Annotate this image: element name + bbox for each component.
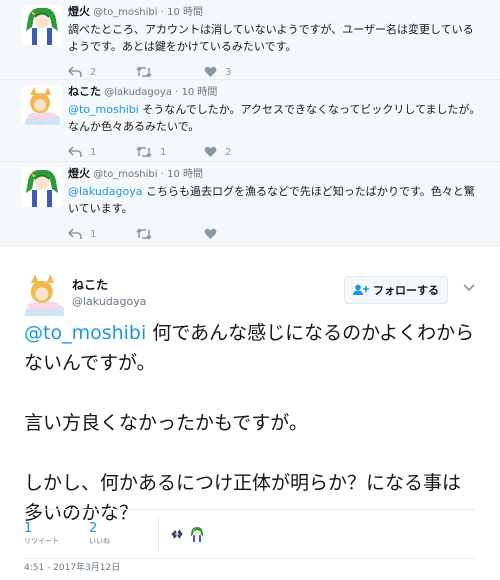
tweet-actions: 1 xyxy=(68,219,484,249)
like-button[interactable]: 3 xyxy=(204,66,272,78)
avatar[interactable] xyxy=(22,167,62,207)
like-count: 2 xyxy=(225,146,232,158)
retweet-button[interactable] xyxy=(136,228,204,240)
separator: · xyxy=(160,7,164,18)
retweet-icon xyxy=(136,66,152,78)
reply-tweet[interactable]: 燈火 @to_moshibi · 10 時間 @lakudagoya こちらも過… xyxy=(0,162,500,246)
tweet-time[interactable]: 10 時間 xyxy=(167,7,203,18)
retweet-icon xyxy=(136,146,152,158)
tweet-stats: 1 リツイート 2 いいね xyxy=(24,509,476,559)
user-handle[interactable]: @lakudagoya xyxy=(72,295,147,308)
reply-tweet[interactable]: 燈火 @to_moshibi · 10 時間 調べたところ、アカウントは消してい… xyxy=(0,0,500,80)
follow-label: フォローする xyxy=(373,284,439,297)
avatar[interactable] xyxy=(189,526,205,542)
display-name[interactable]: ねこた xyxy=(68,85,101,98)
liker-avatars xyxy=(169,526,209,542)
reply-count: 1 xyxy=(90,228,97,240)
user-handle[interactable]: @lakudagoya xyxy=(104,87,172,98)
tweet-header: 燈火 @to_moshibi · 10 時間 xyxy=(68,5,484,19)
tweet-time[interactable]: 10 時間 xyxy=(181,87,217,98)
mention-link[interactable]: @to_moshibi xyxy=(68,103,139,116)
like-stat[interactable]: 2 いいね xyxy=(89,522,154,546)
reply-icon xyxy=(68,228,82,239)
retweet-count: 1 xyxy=(160,146,167,158)
tweet-header: ねこた @lakudagoya · 10 時間 xyxy=(68,85,484,99)
reply-thread: 燈火 @to_moshibi · 10 時間 調べたところ、アカウントは消してい… xyxy=(0,0,500,246)
retweet-label: リツイート xyxy=(24,537,59,545)
follow-button[interactable]: フォローする xyxy=(344,276,448,304)
retweet-stat[interactable]: 1 リツイート xyxy=(24,522,89,546)
reply-button[interactable]: 1 xyxy=(68,146,136,158)
divider xyxy=(158,516,159,552)
display-name[interactable]: 燈火 xyxy=(68,5,90,18)
separator: · xyxy=(160,169,164,180)
reply-tweet[interactable]: ねこた @lakudagoya · 10 時間 @to_moshibi そうなん… xyxy=(0,80,500,162)
tweet-time[interactable]: 10 時間 xyxy=(167,169,203,180)
avatar[interactable] xyxy=(22,5,62,45)
tweet-text: @to_moshibi 何であんな感じになるのかよくわからないんですが。 言い方… xyxy=(24,322,475,524)
heart-icon xyxy=(204,66,217,77)
retweet-icon xyxy=(136,228,152,240)
user-handle[interactable]: @to_moshibi xyxy=(93,7,157,18)
like-button[interactable]: 2 xyxy=(204,146,272,158)
like-count: 3 xyxy=(225,66,232,78)
reply-icon xyxy=(68,146,82,157)
add-user-icon xyxy=(353,284,369,295)
reply-button[interactable]: 2 xyxy=(68,66,136,78)
tweet-header: 燈火 @to_moshibi · 10 時間 xyxy=(68,167,484,181)
retweet-button[interactable]: 1 xyxy=(136,146,204,158)
reply-button[interactable]: 1 xyxy=(68,228,136,240)
main-tweet: ねこた @lakudagoya フォローする @to_moshibi 何であんな… xyxy=(0,248,500,580)
reply-count: 2 xyxy=(90,66,97,78)
chevron-down-icon[interactable] xyxy=(463,284,475,292)
tweet-timestamp[interactable]: 4:51 - 2017年3月12日 xyxy=(24,560,120,573)
like-count: 2 xyxy=(89,521,98,536)
reply-count: 1 xyxy=(90,146,97,158)
tweet-text: 調べたところ、アカウントは消していないようですが、ユーザー名は変更しているようで… xyxy=(68,23,474,53)
like-button[interactable] xyxy=(204,228,272,240)
user-handle[interactable]: @to_moshibi xyxy=(93,169,157,180)
avatar[interactable] xyxy=(22,85,62,125)
mention-link[interactable]: @lakudagoya xyxy=(68,185,143,198)
like-label: いいね xyxy=(89,537,110,545)
separator: · xyxy=(175,87,179,98)
heart-icon xyxy=(204,146,217,157)
display-name[interactable]: 燈火 xyxy=(68,167,90,180)
retweet-count: 1 xyxy=(24,521,33,536)
mention-link[interactable]: @to_moshibi xyxy=(24,322,146,344)
avatar[interactable] xyxy=(169,526,185,542)
retweet-button[interactable] xyxy=(136,66,204,78)
tweet-text: @lakudagoya こちらも過去ログを漁るなどで先ほど知ったばかりです。色々… xyxy=(68,185,475,215)
reply-icon xyxy=(68,66,82,77)
heart-icon xyxy=(204,228,217,239)
tweet-text: @to_moshibi そうなんでしたか。アクセスできなくなってビックリしてまし… xyxy=(68,103,481,133)
display-name[interactable]: ねこた xyxy=(72,276,108,293)
avatar[interactable] xyxy=(22,272,66,316)
